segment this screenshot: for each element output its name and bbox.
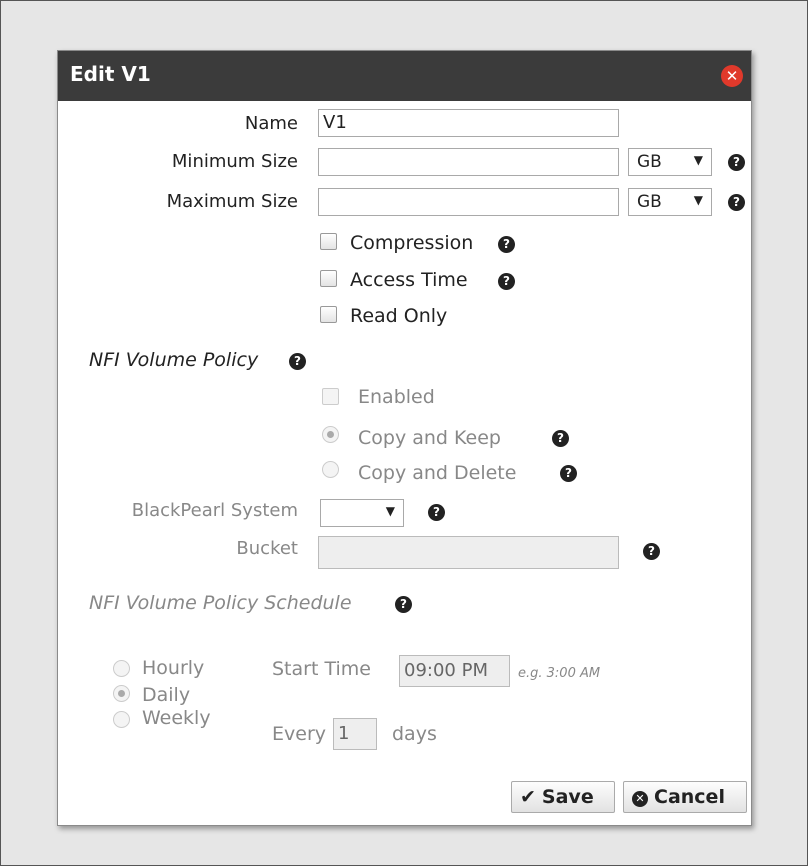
min-size-label: Minimum Size [171,151,298,172]
help-icon[interactable]: ? [560,465,577,482]
start-time-label: Start Time [272,658,371,680]
read-only-checkbox[interactable] [320,306,337,323]
max-size-unit-select[interactable]: GB ▼ [628,188,712,216]
hourly-radio[interactable] [113,660,130,677]
nfi-policy-heading: NFI Volume Policy [89,349,259,371]
help-icon[interactable]: ? [289,353,306,370]
cancel-button[interactable]: ✕ Cancel [623,781,747,813]
close-icon[interactable]: ✕ [721,65,743,87]
every-input[interactable]: 1 [333,718,377,750]
name-input[interactable]: V1 [318,109,619,137]
help-icon[interactable]: ? [643,543,660,560]
help-icon[interactable]: ? [728,194,745,211]
hourly-label: Hourly [142,657,205,679]
save-label: Save [541,786,594,808]
every-label: Every [272,723,326,745]
compression-checkbox[interactable] [320,233,337,250]
blackpearl-select[interactable]: ▼ [320,499,404,527]
help-icon[interactable]: ? [395,596,412,613]
help-icon[interactable]: ? [498,273,515,290]
dialog-title: Edit V1 [70,62,151,86]
copy-delete-label: Copy and Delete [358,462,517,484]
help-icon[interactable]: ? [552,430,569,447]
min-size-input[interactable] [318,148,619,176]
blackpearl-label: BlackPearl System [131,500,298,521]
bucket-label: Bucket [236,538,298,559]
save-button[interactable]: ✔ Save [511,781,615,813]
enabled-label: Enabled [358,386,435,408]
dialog-titlebar: Edit V1 ✕ [58,51,751,101]
read-only-label: Read Only [350,305,448,327]
copy-delete-radio[interactable] [322,461,339,478]
max-size-unit-value: GB [637,192,662,212]
weekly-label: Weekly [142,707,211,729]
max-size-label: Maximum Size [166,191,298,212]
help-icon[interactable]: ? [498,236,515,253]
start-time-input[interactable]: 09:00 PM [399,655,510,687]
cancel-icon: ✕ [632,791,648,807]
daily-label: Daily [142,684,191,706]
cancel-label: Cancel [654,786,725,808]
checkmark-icon: ✔ [520,786,536,808]
min-size-unit-select[interactable]: GB ▼ [628,148,712,176]
min-size-unit-value: GB [637,152,662,172]
copy-keep-label: Copy and Keep [358,427,501,449]
edit-volume-dialog: Edit V1 ✕ Name V1 Minimum Size GB ▼ ? Ma… [57,50,752,826]
help-icon[interactable]: ? [428,504,445,521]
enabled-checkbox[interactable] [322,388,339,405]
bucket-input[interactable] [318,536,619,569]
weekly-radio[interactable] [113,711,130,728]
access-time-label: Access Time [350,269,468,291]
name-label: Name [244,113,298,134]
daily-radio[interactable] [113,685,130,702]
chevron-down-icon: ▼ [693,193,703,207]
compression-label: Compression [350,232,474,254]
chevron-down-icon: ▼ [693,153,703,167]
chevron-down-icon: ▼ [385,504,395,518]
start-time-hint: e.g. 3:00 AM [518,666,601,681]
days-label: days [392,723,437,745]
schedule-heading: NFI Volume Policy Schedule [89,592,352,614]
access-time-checkbox[interactable] [320,270,337,287]
copy-keep-radio[interactable] [322,426,339,443]
help-icon[interactable]: ? [728,154,745,171]
max-size-input[interactable] [318,188,619,216]
